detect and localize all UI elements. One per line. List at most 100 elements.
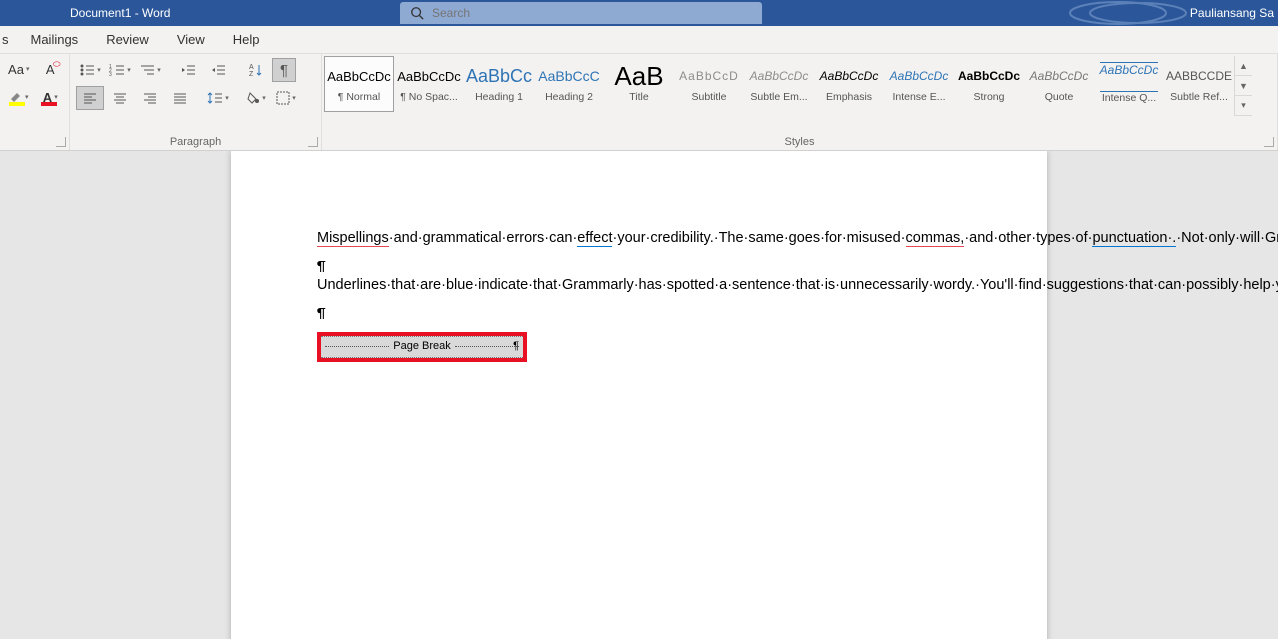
style-name: Subtle Ref... [1165,91,1233,103]
styles-scroll-up[interactable]: ▲ [1235,56,1252,76]
menu-item-view[interactable]: View [163,26,219,53]
borders-button[interactable]: ▾ [272,86,300,110]
outdent-icon [180,63,196,77]
clear-formatting-button[interactable]: A⬭ [38,58,64,80]
style-name: Heading 1 [465,91,533,103]
style-name: Heading 2 [535,91,603,103]
styles-more: ▲ ▼ ▾ [1234,56,1252,116]
sort-icon: AZ [249,63,263,77]
svg-text:Z: Z [249,71,254,77]
style-sample: AaBbCcDc [815,61,883,91]
align-right-icon [143,92,157,104]
user-name[interactable]: Pauliansang Sa [1190,6,1274,20]
increase-indent-button[interactable] [204,58,232,82]
grammar-mark[interactable]: punctuation·. [1092,230,1176,247]
shading-button[interactable]: ▾ [242,86,270,110]
font-dialog-launcher[interactable] [56,137,66,147]
page-break[interactable]: Page Break ¶ [321,336,523,358]
styles-scroll-down[interactable]: ▼ [1235,76,1252,96]
search-icon [410,6,424,20]
search-box[interactable] [400,2,762,24]
style-name: Emphasis [815,91,883,103]
styles-expand[interactable]: ▾ [1235,96,1252,116]
title-decoration [1063,0,1193,26]
borders-icon [276,91,290,105]
style-name: Title [605,91,673,103]
style-item-strong[interactable]: AaBbCcDcStrong [954,56,1024,112]
style-item-intense-e-[interactable]: AaBbCcDcIntense E... [884,56,954,112]
paragraph-label: Paragraph [70,136,321,148]
menu-bar: s Mailings Review View Help [0,26,1278,54]
ribbon: Aa▾ A⬭ ▾ A▾ ▾ 123▾ ▾ AZ ¶ ▾ [0,54,1278,151]
body-text[interactable]: Mispellings·and·grammatical·errors·can·e… [317,229,961,362]
style-item-subtitle[interactable]: AaBbCcDSubtitle [674,56,744,112]
style-item-intense-q-[interactable]: AaBbCcDcIntense Q... [1094,56,1164,112]
style-name: Subtle Em... [745,91,813,103]
style-item-emphasis[interactable]: AaBbCcDcEmphasis [814,56,884,112]
numbering-button[interactable]: 123▾ [106,58,134,82]
align-left-icon [83,92,97,104]
highlight-button[interactable]: ▾ [6,86,32,108]
misspelling-mark[interactable]: commas, [906,230,965,247]
grammar-mark[interactable]: effect [577,230,612,247]
style-name: Strong [955,91,1023,103]
indent-icon [210,63,226,77]
style-sample: AaBbCcDc [885,61,953,91]
line-spacing-button[interactable]: ▾ [204,86,232,110]
menu-item-review[interactable]: Review [92,26,163,53]
decrease-indent-button[interactable] [174,58,202,82]
search-input[interactable] [432,6,762,20]
menu-item-partial[interactable]: s [0,26,17,53]
align-right-button[interactable] [136,86,164,110]
empty-paragraph[interactable]: ¶ [317,257,961,277]
bucket-icon [246,91,260,105]
style-item-subtle-em-[interactable]: AaBbCcDcSubtle Em... [744,56,814,112]
style-name: ¶ Normal [325,91,393,103]
sort-button[interactable]: AZ [242,58,270,82]
align-left-button[interactable] [76,86,104,110]
paragraph-group: ▾ 123▾ ▾ AZ ¶ ▾ ▾ ▾ Paragraph [70,54,322,150]
empty-paragraph[interactable]: ¶ [317,304,961,324]
style-sample: AaBbCc [465,61,533,91]
styles-group: AaBbCcDc¶ NormalAaBbCcDc¶ No Spac...AaBb… [322,54,1278,150]
document-title: Document1 - Word [70,6,170,20]
justify-icon [173,92,187,104]
paragraph-dialog-launcher[interactable] [308,137,318,147]
style-item--no-spac-[interactable]: AaBbCcDc¶ No Spac... [394,56,464,112]
highlighter-icon [9,91,23,103]
svg-text:3: 3 [109,72,112,77]
styles-label: Styles [322,136,1277,148]
style-item-heading-2[interactable]: AaBbCcCHeading 2 [534,56,604,112]
bullets-button[interactable]: ▾ [76,58,104,82]
menu-item-help[interactable]: Help [219,26,274,53]
change-case-button[interactable]: Aa▾ [6,58,32,80]
styles-dialog-launcher[interactable] [1264,137,1274,147]
align-center-button[interactable] [106,86,134,110]
document-area[interactable]: Mispellings·and·grammatical·errors·can·e… [0,151,1278,639]
paragraph-2[interactable]: Underlines·that·are·blue·indicate·that·G… [317,276,961,296]
multilevel-button[interactable]: ▾ [136,58,164,82]
menu-item-mailings[interactable]: Mailings [17,26,93,53]
justify-button[interactable] [166,86,194,110]
style-item-quote[interactable]: AaBbCcDcQuote [1024,56,1094,112]
style-sample: AaBbCcDc [955,61,1023,91]
misspelling-mark[interactable]: Mispellings [317,230,389,247]
style-sample: AaBbCcDc [325,61,393,91]
style-sample: AABBCCDE [1165,61,1233,91]
style-name: ¶ No Spac... [395,91,463,103]
style-sample: AaBbCcC [535,61,603,91]
svg-text:A: A [249,64,254,71]
line-spacing-icon [207,91,223,105]
style-item-heading-1[interactable]: AaBbCcHeading 1 [464,56,534,112]
font-color-button[interactable]: A▾ [38,86,64,108]
style-sample: AaBbCcDc [395,61,463,91]
multilevel-icon [139,63,155,77]
paragraph-1[interactable]: Mispellings·and·grammatical·errors·can·e… [317,229,961,249]
page[interactable]: Mispellings·and·grammatical·errors·can·e… [231,151,1047,639]
style-item--normal[interactable]: AaBbCcDc¶ Normal [324,56,394,112]
style-item-title[interactable]: AaBTitle [604,56,674,112]
page-break-highlight: Page Break ¶ [317,332,527,362]
style-item-subtle-ref-[interactable]: AABBCCDESubtle Ref... [1164,56,1234,112]
bullets-icon [79,63,95,77]
show-marks-button[interactable]: ¶ [272,58,296,82]
